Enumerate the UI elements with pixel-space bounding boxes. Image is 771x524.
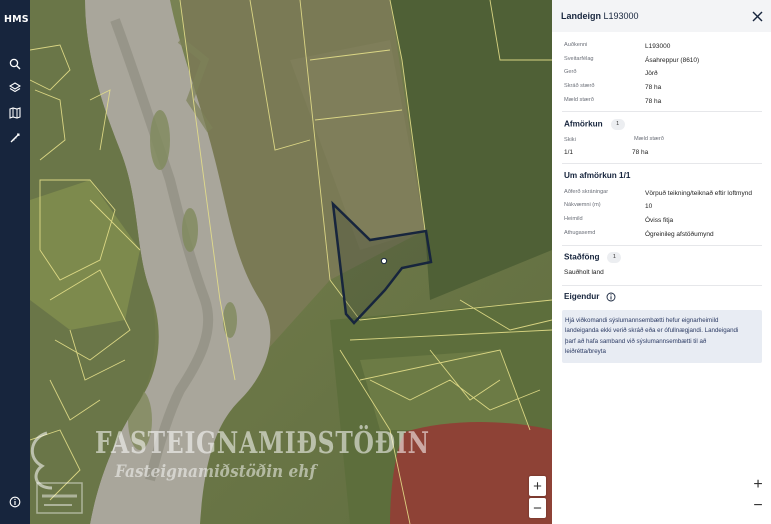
watermark-title: FASTEIGNAMIÐSTÖÐIN <box>95 426 430 461</box>
count-badge: 1 <box>607 252 622 263</box>
close-icon[interactable] <box>752 11 763 22</box>
map-book-icon[interactable] <box>7 105 23 121</box>
field-value: Óviss fitja <box>645 217 674 224</box>
left-navigation: HMS <box>0 0 30 524</box>
field-value: L193000 <box>645 43 671 50</box>
field-row: Nákvæmni (m) 10 <box>564 201 652 210</box>
field-row: Sveitarfélag Ásahreppur (8610) <box>564 55 699 64</box>
field-row: Heimild Óviss fitja <box>564 215 673 224</box>
skiki-value: 1/1 <box>564 149 574 156</box>
section-title: Eigendur <box>564 292 600 302</box>
search-icon[interactable] <box>7 56 23 72</box>
field-label: Sveitarfélag <box>564 56 594 62</box>
section-eigendur: Eigendur <box>564 292 616 302</box>
field-value: 78 ha <box>645 98 662 105</box>
measured-size-value: 78 ha <box>632 149 649 156</box>
watermark-seal <box>31 431 83 514</box>
info-text-line: Hjá viðkomandi sýslumannsembætti hefur e… <box>565 317 719 324</box>
field-label: Gerð <box>564 69 577 75</box>
info-text-line: þarf að hafa samband við sýslumannsembæt… <box>565 337 707 345</box>
divider <box>562 163 762 164</box>
property-detail-panel: Landeign L193000 Auðkenni L193000 Sveita… <box>552 0 771 524</box>
field-row: Auðkenni L193000 <box>564 41 670 50</box>
hms-logo: HMS <box>4 14 29 25</box>
aerial-map[interactable]: FASTEIGNAMIÐSTÖÐIN Fasteignamiðstöðin eh… <box>30 0 552 524</box>
section-title: Afmörkun <box>564 119 603 129</box>
field-value: Jörð <box>645 70 658 77</box>
afmorkun-header-row: Skiki Mæld stærð <box>564 136 664 143</box>
watermark-subtitle: Fasteignamiðstöðin ehf <box>115 462 316 482</box>
divider <box>562 111 762 112</box>
field-value: 10 <box>645 203 653 210</box>
field-value: Vörpuð teikning/teiknað eftir loftmynd <box>645 190 752 197</box>
field-row: Gerð Jörð <box>564 68 658 77</box>
field-row: Athugasemd Ógreinileg afstöðumynd <box>564 229 714 238</box>
field-label: Mæld stærð <box>564 97 594 103</box>
field-label: Aðferð skráningar <box>564 189 609 195</box>
address-item[interactable]: Sauðholt land <box>564 269 604 276</box>
section-title: Staðföng <box>564 252 600 262</box>
field-label: Nákvæmni (m) <box>564 202 601 208</box>
info-text-line: landeiganda ekki verið skráð eða er óful… <box>565 327 739 335</box>
field-value: Ásahreppur (8610) <box>645 57 700 64</box>
section-afmorkun: Afmörkun 1 <box>564 119 625 130</box>
column-label: Mæld stærð <box>634 136 664 142</box>
divider <box>562 285 762 286</box>
field-value: Ógreinileg afstöðumynd <box>645 231 714 238</box>
info-icon[interactable] <box>7 494 23 510</box>
section-stadfong: Staðföng 1 <box>564 252 622 263</box>
panel-header: Landeign L193000 <box>552 0 771 32</box>
section-um-afmorkun: Um afmörkun 1/1 <box>564 171 631 180</box>
field-label: Heimild <box>564 216 583 222</box>
count-badge: 1 <box>610 119 625 130</box>
field-value: 78 ha <box>645 84 662 91</box>
panel-zoom-in-button[interactable]: + <box>750 476 766 493</box>
column-label: Skiki <box>564 137 576 143</box>
panel-zoom-out-button[interactable]: − <box>750 497 766 514</box>
map-zoom-in-button[interactable]: + <box>529 476 546 496</box>
ruler-icon[interactable] <box>7 130 23 146</box>
field-label: Skráð stærð <box>564 83 595 89</box>
field-row: Skráð stærð 78 ha <box>564 82 661 91</box>
afmorkun-value-row[interactable]: 1/1 78 ha <box>564 149 648 156</box>
field-label: Auðkenni <box>564 42 588 48</box>
info-icon[interactable] <box>606 292 616 302</box>
field-label: Athugasemd <box>564 230 596 236</box>
field-row: Aðferð skráningar Vörpuð teikning/teikna… <box>564 188 752 197</box>
layers-icon[interactable] <box>7 80 23 96</box>
info-text-line: leiðrétta/breyta <box>565 347 606 355</box>
map-zoom-out-button[interactable]: − <box>529 498 546 518</box>
divider <box>562 245 762 246</box>
owners-info-box: Hjá viðkomandi sýslumannsembætti hefur e… <box>562 310 762 363</box>
panel-title: Landeign L193000 <box>561 11 639 21</box>
field-row: Mæld stærð 78 ha <box>564 96 661 105</box>
